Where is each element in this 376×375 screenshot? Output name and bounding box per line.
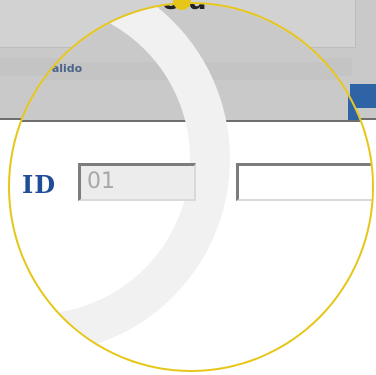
submit-button-edge[interactable] xyxy=(348,88,372,122)
id-label: ID xyxy=(22,170,57,199)
magnifier-lens: sarà valido o a ID 01 xyxy=(8,2,374,372)
id-field[interactable]: 01 xyxy=(78,163,196,201)
name-field[interactable] xyxy=(236,163,372,201)
id-field-value: 01 xyxy=(87,169,115,194)
screen: sarà valido o a ID 01 xyxy=(0,0,376,375)
